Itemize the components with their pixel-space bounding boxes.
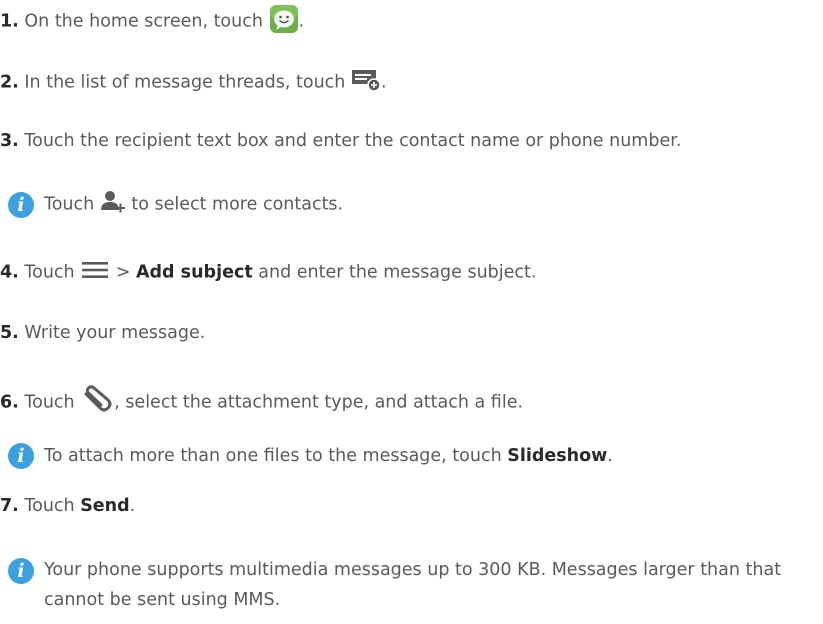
paperclip-icon: [80, 385, 114, 420]
note-select-contacts: i Touch to select more contacts.: [8, 190, 343, 219]
step-5: 5. Write your message.: [0, 323, 205, 343]
send-label: Send: [80, 496, 130, 516]
note-slideshow: i To attach more than one files to the me…: [8, 443, 613, 469]
info-icon: i: [8, 558, 34, 584]
step-text: Touch: [18, 496, 81, 516]
step-text: Touch the recipient text box and enter t…: [18, 131, 682, 151]
step-number: 4.: [0, 262, 19, 283]
step-text: In the list of message threads, touch: [18, 72, 351, 93]
add-contact-icon: [100, 190, 126, 219]
note-mms-limit: i Your phone supports multimedia message…: [8, 555, 798, 615]
step-number: 2.: [0, 72, 19, 93]
info-icon: i: [8, 443, 34, 469]
info-icon: i: [8, 191, 34, 218]
step-6: 6. Touch , select the attachment type, a…: [0, 385, 523, 420]
step-text: Touch: [18, 392, 81, 413]
messaging-app-icon: [269, 4, 299, 39]
step-4: 4. Touch > Add subject and enter the mes…: [0, 260, 536, 285]
menu-icon: [80, 260, 110, 285]
step-2: 2. In the list of message threads, touch…: [0, 68, 387, 97]
slideshow-label: Slideshow: [507, 446, 608, 466]
step-number: 7.: [0, 496, 19, 516]
step-1: 1. On the home screen, touch .: [0, 4, 304, 39]
add-subject-label: Add subject: [135, 262, 253, 283]
note-text: Touch: [44, 194, 100, 215]
step-text: Write your message.: [18, 323, 206, 343]
new-message-icon: [351, 68, 381, 97]
note-text: Your phone supports multimedia messages …: [44, 560, 782, 610]
step-3: 3. Touch the recipient text box and ente…: [0, 131, 681, 151]
step-text: On the home screen, touch: [18, 11, 269, 32]
step-number: 5.: [0, 323, 19, 343]
step-number: 1.: [0, 11, 19, 32]
step-number: 3.: [0, 131, 19, 151]
step-text: Touch: [18, 262, 81, 283]
step-7: 7. Touch Send.: [0, 496, 136, 516]
note-text: To attach more than one files to the mes…: [44, 446, 508, 466]
step-number: 6.: [0, 392, 19, 413]
